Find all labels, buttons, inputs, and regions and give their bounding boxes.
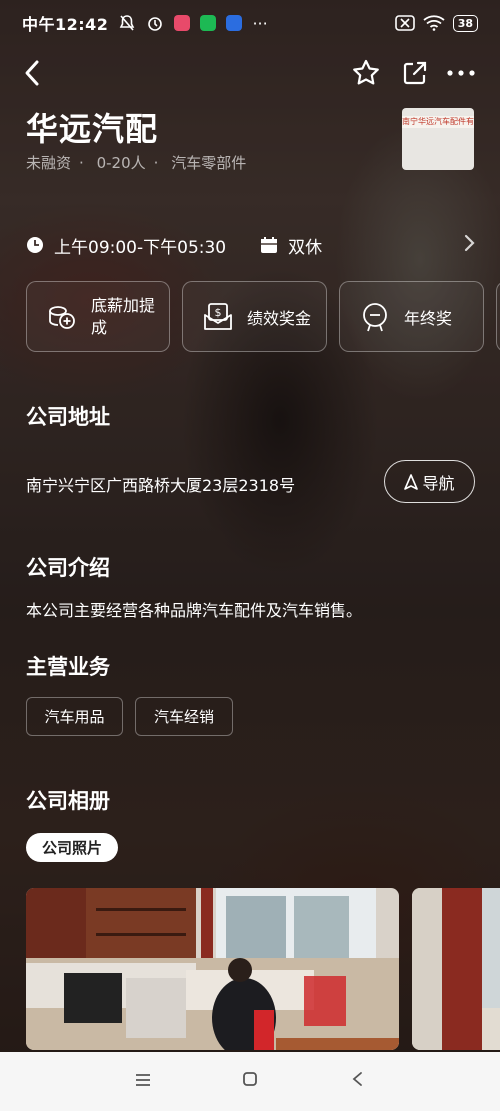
system-nav-bar — [0, 1052, 500, 1111]
navigate-label: 导航 — [422, 473, 455, 493]
menu-icon — [136, 1074, 151, 1086]
business-section-title: 主营业务 — [26, 655, 110, 679]
photo-gallery[interactable] — [26, 888, 500, 1050]
benefits-carousel[interactable]: 底薪加提成 $ 绩效奖金 年终奖 — [26, 281, 500, 353]
company-name: 华远汽配 — [26, 110, 159, 148]
svg-text:$: $ — [215, 306, 222, 319]
share-button[interactable] — [398, 56, 432, 90]
home-square-icon — [243, 1072, 257, 1086]
company-size: 0-20人 — [96, 154, 146, 172]
office-photo[interactable] — [26, 888, 399, 1050]
app-notification-icon — [226, 15, 243, 31]
more-options-button[interactable] — [444, 56, 478, 90]
back-button[interactable] — [22, 58, 42, 94]
benefit-card[interactable]: $ 绩效奖金 — [182, 281, 327, 352]
back-chevron-icon — [352, 1072, 362, 1086]
album-section-title: 公司相册 — [26, 789, 110, 813]
office-photo-partial[interactable] — [412, 888, 500, 1050]
rest-days: 双休 — [288, 237, 323, 258]
calendar-icon — [261, 237, 278, 253]
company-address[interactable]: 南宁兴宁区广西路桥大厦23层2318号 — [26, 472, 295, 496]
money-envelope-icon: $ — [201, 300, 235, 334]
company-meta: 未融资 · 0-20人 · 汽车零部件 — [26, 152, 254, 173]
separator-dot: · — [153, 154, 159, 172]
separator-dot: · — [79, 154, 84, 172]
status-time: 中午12:42 — [22, 15, 109, 34]
benefit-label: 年终奖 — [404, 308, 453, 328]
funding-stage: 未融资 — [26, 154, 72, 172]
work-hours: 上午09:00-下午05:30 — [54, 237, 227, 258]
work-schedule-row[interactable]: 上午09:00-下午05:30 双休 — [26, 232, 476, 258]
more-horizontal-icon — [447, 70, 475, 76]
system-back-button[interactable] — [342, 1071, 372, 1092]
benefit-card[interactable]: 底薪加提成 — [26, 281, 170, 352]
company-intro: 本公司主要经营各种品牌汽车配件及汽车销售。 — [26, 601, 363, 620]
mute-bell-icon — [120, 15, 135, 31]
app-notification-icon — [200, 15, 217, 31]
app-notification-icon — [174, 15, 191, 31]
menu-button[interactable] — [128, 1071, 158, 1092]
alarm-icon — [148, 17, 163, 31]
address-section-title: 公司地址 — [26, 405, 110, 429]
company-logo[interactable]: 南宁华远汽车配件有限公司 — [402, 108, 474, 170]
benefit-card-partial[interactable] — [496, 281, 500, 352]
share-icon — [403, 61, 427, 85]
coins-plus-icon — [45, 300, 79, 334]
top-nav — [0, 54, 500, 94]
star-icon — [353, 59, 379, 85]
medal-icon — [358, 300, 392, 334]
status-indicators: ··· — [118, 13, 268, 33]
logo-text: 南宁华远汽车配件有限公司 — [402, 116, 474, 128]
status-bar: 中午12:42 ··· 38 — [0, 0, 500, 46]
business-tag: 汽车经销 — [135, 697, 233, 736]
tab-company-photos[interactable]: 公司照片 — [26, 833, 118, 862]
benefit-label: 绩效奖金 — [247, 308, 312, 328]
favorite-button[interactable] — [349, 56, 383, 90]
company-industry: 汽车零部件 — [171, 154, 247, 172]
wifi-icon — [423, 15, 445, 31]
benefit-card[interactable]: 年终奖 — [339, 281, 484, 352]
chevron-right-icon — [464, 233, 476, 258]
benefit-label: 底薪加提成 — [91, 295, 156, 337]
battery-indicator: 38 — [452, 14, 478, 32]
business-tag: 汽车用品 — [26, 697, 123, 736]
home-button[interactable] — [235, 1071, 265, 1092]
navigate-button[interactable]: 导航 — [384, 460, 475, 503]
clock-icon — [27, 237, 43, 253]
more-dots-icon: ··· — [252, 13, 268, 33]
intro-section-title: 公司介绍 — [26, 556, 110, 580]
chevron-left-icon — [25, 60, 39, 86]
navigation-arrow-icon — [404, 473, 419, 490]
sim-off-icon — [394, 15, 415, 31]
